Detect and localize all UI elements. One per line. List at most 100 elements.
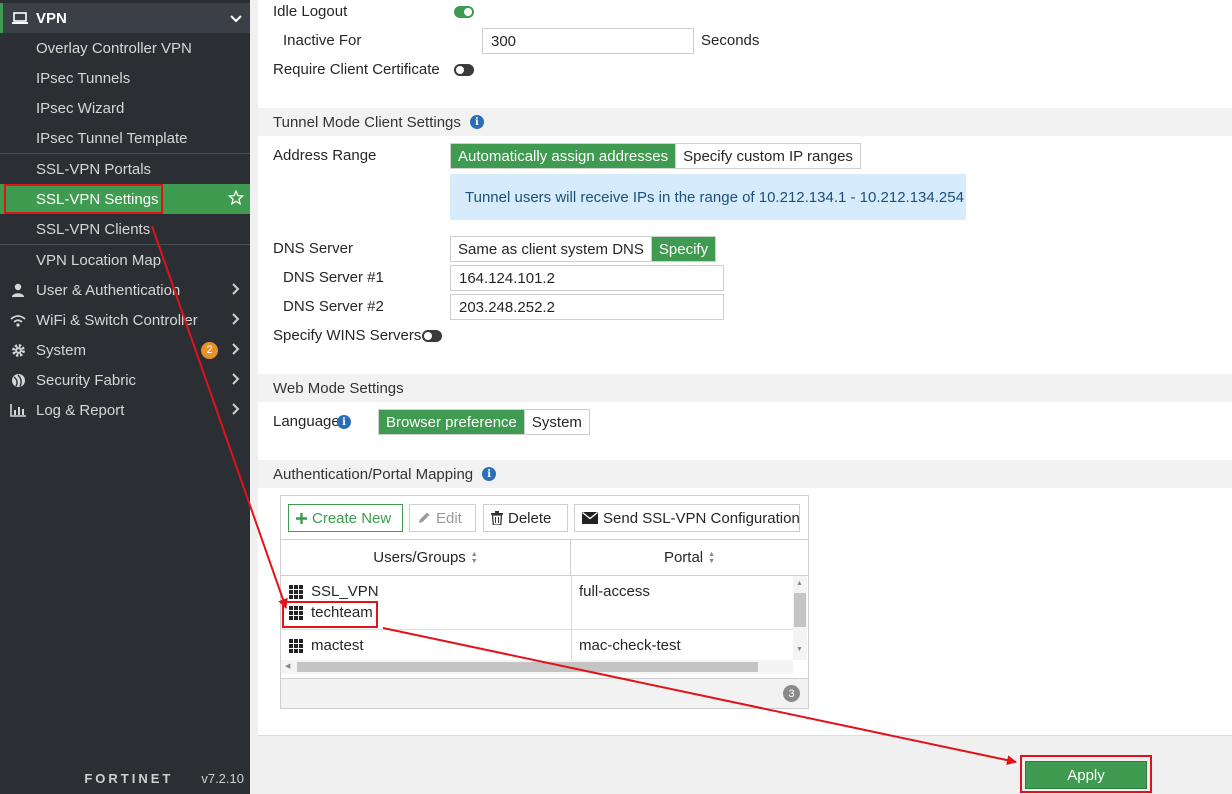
language-label: Language [273, 413, 340, 430]
laptop-icon [3, 11, 36, 25]
info-icon[interactable]: i [337, 415, 351, 429]
sidebar-item-ipsec-tunnels[interactable]: IPsec Tunnels [0, 63, 250, 93]
sidebar-item-log-report[interactable]: Log & Report [0, 395, 250, 425]
sidebar-item-label: System [36, 341, 87, 359]
sort-icon: ▲ ▼ [708, 550, 716, 565]
sidebar-item-label: IPsec Wizard [36, 99, 125, 117]
user-group-icon [289, 638, 303, 653]
delete-button[interactable]: Delete [483, 504, 568, 532]
user-group-icon [289, 605, 303, 620]
table-row-1-portal[interactable]: full-access [579, 583, 650, 600]
sidebar-item-label: SSL-VPN Portals [36, 160, 152, 178]
require-client-certificate-toggle[interactable] [454, 64, 474, 76]
column-header-portal[interactable]: Portal ▲ ▼ [571, 540, 808, 575]
pencil-icon [417, 511, 431, 525]
dns-server-1-label: DNS Server #1 [283, 269, 384, 286]
vertical-scrollbar-thumb[interactable] [794, 593, 806, 627]
settings-panel: Idle Logout Inactive For 300 Seconds Req… [258, 0, 1232, 736]
inactive-for-input[interactable]: 300 [482, 28, 694, 54]
auth-portal-mapping-table: Create New Edit Delete Send SSL-VPN Conf… [280, 495, 809, 709]
send-ssl-vpn-configuration-button[interactable]: Send SSL-VPN Configuration [574, 504, 800, 532]
chevron-right-icon [222, 402, 250, 418]
require-client-certificate-label: Require Client Certificate [273, 61, 440, 78]
chevron-right-icon [222, 372, 250, 388]
specify-wins-servers-label: Specify WINS Servers [273, 327, 422, 344]
sidebar-item-label: WiFi & Switch Controller [36, 311, 198, 329]
table-row-2-portal[interactable]: mac-check-test [579, 637, 681, 654]
language-selector: Browser preference System [378, 409, 590, 435]
button-label: Create New [312, 509, 392, 527]
table-row-2-group-mactest[interactable]: mactest [289, 637, 364, 654]
table-row-1-group-techteam[interactable]: techteam [289, 604, 373, 621]
browser-preference-option[interactable]: Browser preference [379, 410, 524, 434]
star-icon[interactable] [222, 189, 250, 209]
sidebar-footer: FORTINET v7.2.10 [0, 762, 250, 794]
idle-logout-toggle[interactable] [454, 6, 474, 18]
notification-badge: 2 [201, 341, 218, 359]
dns-server-2-input[interactable]: 203.248.252.2 [450, 294, 724, 320]
chevron-right-icon [222, 342, 250, 358]
sidebar-item-system[interactable]: System 2 [0, 335, 250, 365]
info-icon[interactable]: i [482, 467, 497, 481]
section-title: Web Mode Settings [273, 379, 404, 397]
inactive-for-label: Inactive For [283, 32, 362, 49]
section-title: Tunnel Mode Client Settings [273, 113, 461, 131]
address-range-label: Address Range [273, 147, 377, 164]
custom-ip-ranges-option[interactable]: Specify custom IP ranges [675, 144, 860, 168]
same-as-client-dns-option[interactable]: Same as client system DNS [451, 237, 651, 261]
apply-button[interactable]: Apply [1025, 761, 1147, 789]
tunnel-range-notice: Tunnel users will receive IPs in the ran… [450, 174, 966, 220]
group-name: SSL_VPN [311, 583, 379, 600]
edit-button[interactable]: Edit [409, 504, 476, 532]
sidebar-item-label: IPsec Tunnels [36, 69, 131, 87]
fortinet-logo: FORTINET [84, 770, 174, 786]
button-label: Edit [436, 509, 462, 527]
sidebar-item-overlay-controller-vpn[interactable]: Overlay Controller VPN [0, 33, 250, 63]
sidebar-item-ssl-vpn-clients[interactable]: SSL-VPN Clients [0, 214, 250, 244]
dns-server-2-label: DNS Server #2 [283, 298, 384, 315]
sidebar-item-user-authentication[interactable]: User & Authentication [0, 275, 250, 305]
table-row-1-group-ssl-vpn[interactable]: SSL_VPN [289, 583, 379, 600]
auto-assign-option[interactable]: Automatically assign addresses [451, 144, 676, 168]
row-divider [281, 629, 793, 630]
sidebar-item-ssl-vpn-settings[interactable]: SSL-VPN Settings [0, 184, 250, 214]
system-language-option[interactable]: System [523, 410, 589, 434]
sidebar-item-label: IPsec Tunnel Template [36, 129, 188, 147]
trash-icon [491, 511, 503, 525]
horizontal-scrollbar[interactable]: ◀ [281, 660, 793, 674]
chevron-right-icon [222, 312, 250, 328]
chevron-down-icon [222, 10, 250, 26]
sidebar: VPN Overlay Controller VPN IPsec Tunnels… [0, 0, 250, 794]
group-name: techteam [311, 604, 373, 621]
dns-server-1-input[interactable]: 164.124.101.2 [450, 265, 724, 291]
sidebar-item-label: User & Authentication [36, 281, 181, 299]
sidebar-item-ipsec-tunnel-template[interactable]: IPsec Tunnel Template [0, 123, 250, 153]
column-header-users-groups[interactable]: Users/Groups ▲ ▼ [281, 540, 571, 575]
sidebar-item-ipsec-wizard[interactable]: IPsec Wizard [0, 93, 250, 123]
button-label: Send SSL-VPN Configuration [603, 509, 800, 527]
table-header: Users/Groups ▲ ▼ Portal ▲ ▼ [281, 539, 808, 576]
sort-icon: ▲ ▼ [470, 550, 478, 565]
sidebar-item-security-fabric[interactable]: Security Fabric [0, 365, 250, 395]
column-label: Portal [663, 549, 704, 566]
group-name: mactest [311, 637, 364, 654]
web-mode-section-header: Web Mode Settings [258, 374, 1232, 402]
dns-server-label: DNS Server [273, 240, 354, 257]
specify-wins-servers-toggle[interactable] [422, 330, 442, 342]
seconds-label: Seconds [701, 32, 760, 49]
horizontal-scrollbar-thumb[interactable] [297, 662, 758, 672]
sidebar-item-vpn-location-map[interactable]: VPN Location Map [0, 245, 250, 275]
vertical-scrollbar[interactable]: ▲ ▼ [793, 576, 807, 660]
create-new-button[interactable]: Create New [288, 504, 403, 532]
sidebar-section-vpn[interactable]: VPN [0, 3, 250, 33]
button-label: Delete [508, 509, 552, 527]
specify-dns-option[interactable]: Specify [650, 237, 716, 261]
tunnel-mode-section-header: Tunnel Mode Client Settings i [258, 108, 1232, 136]
sidebar-item-ssl-vpn-portals[interactable]: SSL-VPN Portals [0, 154, 250, 184]
sidebar-item-wifi-switch-controller[interactable]: WiFi & Switch Controller [0, 305, 250, 335]
user-group-icon [289, 584, 303, 599]
sidebar-item-label: Log & Report [36, 401, 125, 419]
info-icon[interactable]: i [469, 115, 484, 129]
chevron-right-icon [222, 282, 250, 298]
sidebar-item-label: VPN Location Map [36, 251, 162, 269]
